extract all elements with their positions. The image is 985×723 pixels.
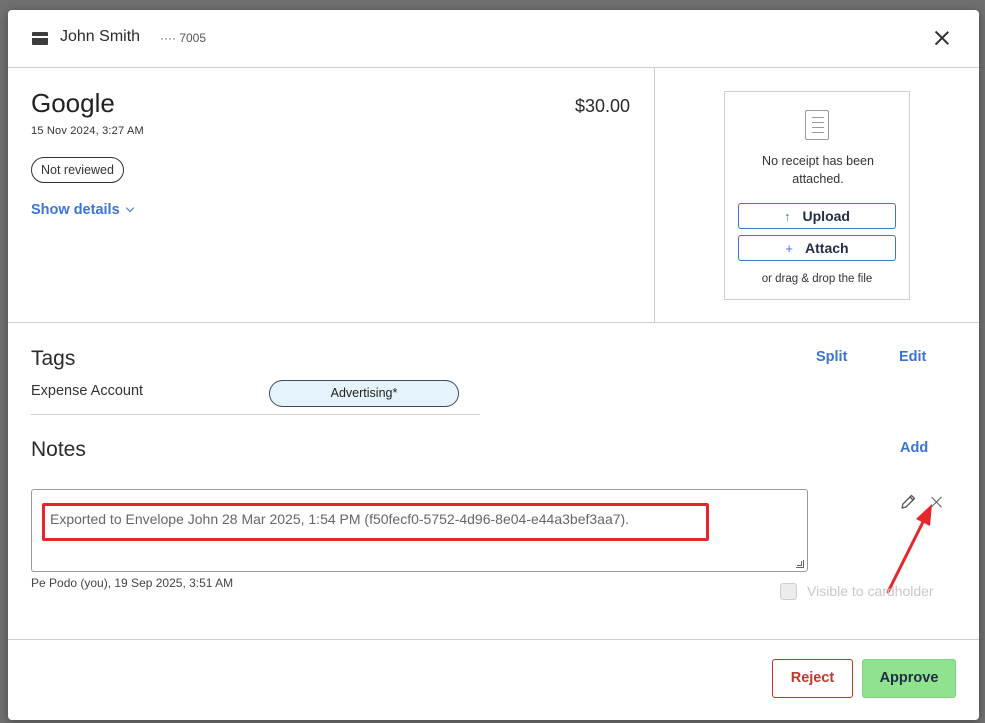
tag-label-expense-account: Expense Account (31, 383, 144, 399)
visible-to-cardholder-checkbox[interactable] (780, 583, 797, 600)
card-last4: ···· 7005 (160, 31, 207, 45)
merchant-name: Google (31, 88, 115, 118)
plus-icon: + (785, 241, 794, 256)
approve-button[interactable]: Approve (862, 659, 956, 698)
resize-handle[interactable] (796, 560, 804, 568)
add-note-button[interactable]: Add (900, 440, 928, 456)
edit-tags-button[interactable]: Edit (899, 349, 926, 365)
document-icon (805, 110, 829, 140)
show-details-label: Show details (31, 202, 120, 218)
transaction-amount: $30.00 (574, 96, 630, 116)
transaction-modal: John Smith ···· 7005 Google $30.00 15 No… (8, 10, 979, 720)
note-author-meta: Pe Podo (you), 19 Sep 2025, 3:51 AM (31, 576, 234, 590)
transaction-date: 15 Nov 2024, 3:27 AM (31, 125, 144, 137)
upload-label: Upload (802, 208, 850, 224)
split-button[interactable]: Split (816, 349, 847, 365)
upload-button[interactable]: ↑ Upload (738, 203, 896, 229)
note-text: Exported to Envelope John 28 Mar 2025, 1… (50, 511, 630, 527)
tag-row-divider (31, 414, 480, 415)
section-divider (8, 322, 979, 323)
note-textarea[interactable]: Exported to Envelope John 28 Mar 2025, 1… (31, 489, 808, 572)
status-badge: Not reviewed (31, 157, 124, 183)
footer-divider (8, 639, 979, 640)
receipt-dropzone[interactable]: No receipt has been attached. ↑ Upload + A… (724, 91, 910, 300)
transaction-panel: Google $30.00 15 Nov 2024, 3:27 AM Not r… (8, 68, 655, 323)
credit-card-icon (32, 32, 48, 45)
reject-button[interactable]: Reject (772, 659, 853, 698)
show-details-link[interactable]: Show details (31, 202, 134, 218)
attach-label: Attach (805, 240, 849, 256)
attach-button[interactable]: + Attach (738, 235, 896, 261)
chevron-down-icon (125, 203, 134, 213)
modal-header: John Smith ···· 7005 (8, 10, 979, 68)
tag-value-pill[interactable]: Advertising* (269, 380, 459, 407)
tags-title: Tags (31, 347, 76, 370)
no-receipt-message: No receipt has been attached. (762, 154, 874, 186)
close-icon[interactable] (930, 26, 954, 50)
notes-title: Notes (31, 438, 86, 461)
receipt-panel: No receipt has been attached. ↑ Upload + A… (656, 68, 979, 323)
drag-drop-note: or drag & drop the file (761, 273, 873, 285)
cardholder-name: John Smith (60, 28, 141, 45)
upload-icon: ↑ (784, 209, 791, 224)
visible-to-cardholder-label: Visible to cardholder (807, 583, 934, 599)
